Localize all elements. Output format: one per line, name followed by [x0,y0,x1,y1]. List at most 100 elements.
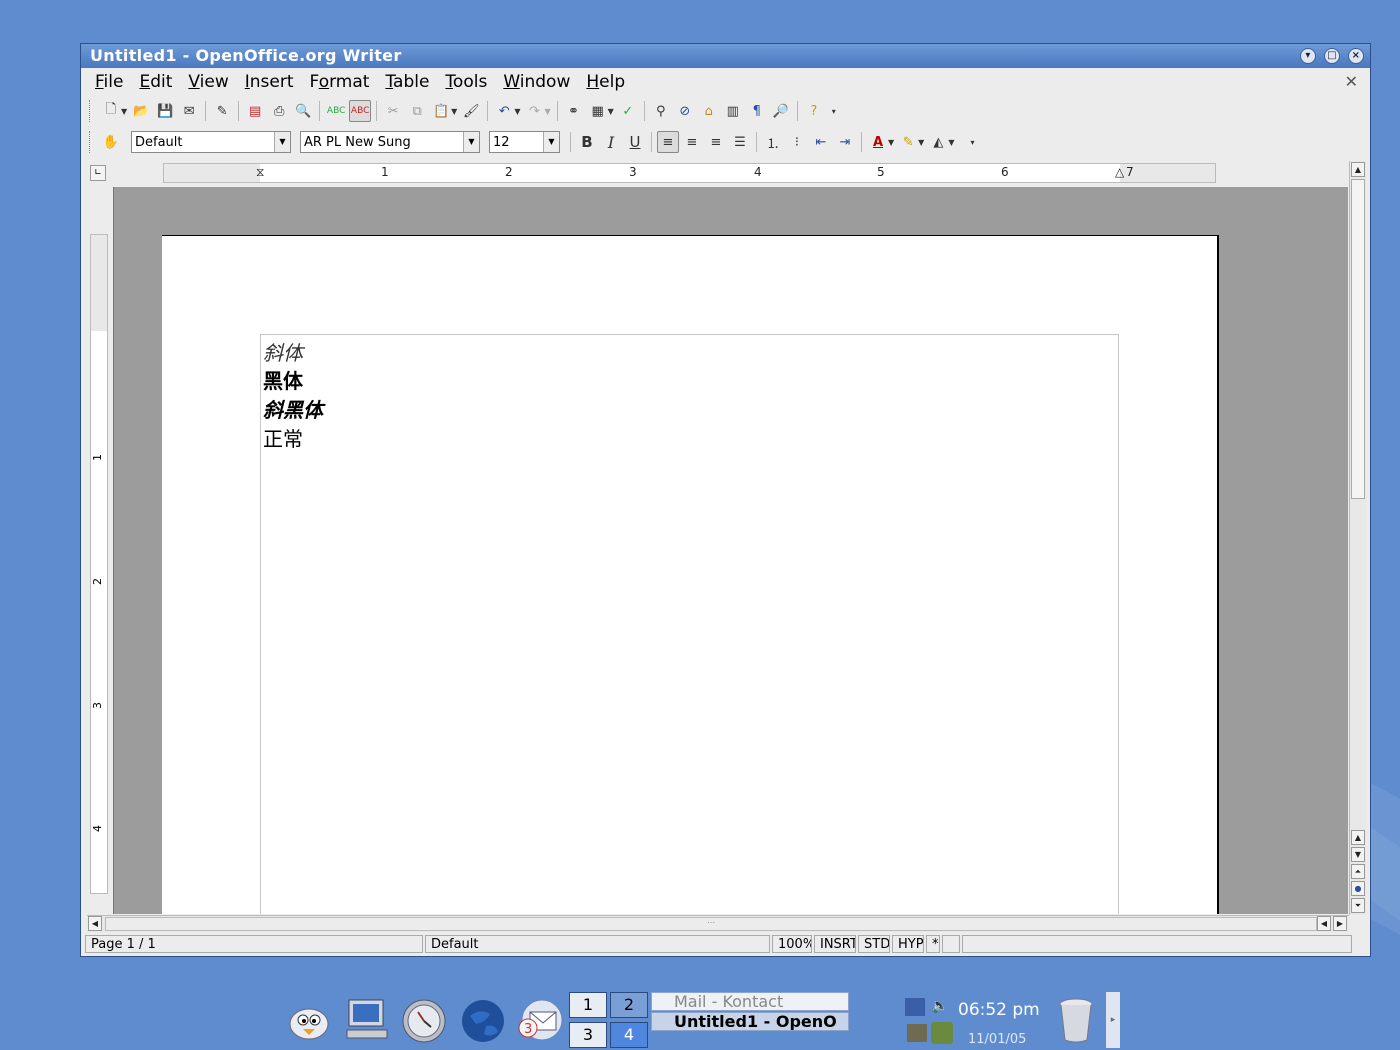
gallery-icon[interactable]: ⌂ [698,100,720,122]
paste-icon[interactable]: 📋 [430,100,452,122]
navigation-icon[interactable]: ● [1351,881,1365,896]
table-dropdown-icon[interactable]: ▼ [608,107,614,116]
background-color-icon[interactable]: ◭ [927,131,949,153]
text-boundaries[interactable]: 斜体 黑体 斜黑体 正常 [260,334,1119,914]
text-line-italic[interactable]: 斜体 [263,337,303,366]
font-name-select[interactable]: AR PL New Sung ▼ [300,131,480,153]
align-right-icon[interactable]: ≡ [705,131,727,153]
toolbar-overflow-icon[interactable]: ▾ [832,107,836,116]
redo-dropdown-icon[interactable]: ▼ [544,107,550,116]
scroll-thumb[interactable]: ⋯ [105,917,1317,931]
font-color-icon[interactable]: A [867,131,889,153]
toolbar-handle[interactable] [89,100,93,122]
minimize-button[interactable]: ▾ [1300,48,1316,64]
scroll-left-icon[interactable]: ◀ [88,916,102,931]
desktop-2[interactable]: 2 [610,992,648,1018]
navigator-icon[interactable]: ⊘ [674,100,696,122]
autospellcheck-icon[interactable]: ABC [349,100,372,122]
horizontal-ruler[interactable]: ⧖ 1 2 3 4 5 6 △ 7 [163,163,1216,183]
text-line-bold[interactable]: 黑体 [263,365,303,394]
next-page-icon[interactable]: ⏷ [1351,898,1365,913]
signature-indicator[interactable] [942,935,960,953]
save-icon[interactable]: 💾 [154,100,176,122]
kde-menu-icon[interactable] [286,1000,332,1042]
updater-icon[interactable] [931,1022,953,1044]
spellcheck-icon[interactable]: ABC [325,100,347,122]
highlight-dropdown-icon[interactable]: ▼ [918,138,924,147]
table-icon[interactable]: ▦ [587,100,609,122]
copy-icon[interactable]: ⧉ [406,100,428,122]
align-center-icon[interactable]: ≡ [681,131,703,153]
menu-view[interactable]: View [180,72,236,92]
underline-button[interactable]: U [624,131,646,153]
email-icon[interactable]: ✉ [178,100,200,122]
new-document-icon[interactable]: 🗋 [100,100,122,122]
panel-hide-button[interactable]: ▸ [1106,992,1120,1048]
decrease-indent-icon[interactable]: ⇤ [810,131,832,153]
bold-button[interactable]: B [576,131,598,153]
font-color-dropdown-icon[interactable]: ▼ [888,138,894,147]
network-icon[interactable] [905,998,925,1016]
background-dropdown-icon[interactable]: ▼ [948,138,954,147]
volume-icon[interactable]: 🔈 [931,998,949,1016]
menu-file[interactable]: File [87,72,131,92]
chevron-down-icon[interactable]: ▼ [463,132,479,152]
horizontal-scrollbar[interactable]: ◀ ⋯ ◀ ▶ [87,915,1349,932]
menu-tools[interactable]: Tools [437,72,495,92]
toolbar-overflow-icon[interactable]: ▾ [970,138,974,147]
desktop-3[interactable]: 3 [569,1022,607,1048]
clipboard-icon[interactable] [907,1024,927,1042]
page-preview-icon[interactable]: 🔍 [292,100,314,122]
close-document-icon[interactable]: ✕ [1345,72,1358,91]
title-bar[interactable]: Untitled1 - OpenOffice.org Writer ▾ □ × [81,44,1370,68]
increase-indent-icon[interactable]: ⇥ [834,131,856,153]
nonprinting-chars-icon[interactable]: ¶ [746,100,768,122]
task-mail-kontact[interactable]: Mail - Kontact [651,992,849,1011]
paragraph-style-select[interactable]: Default ▼ [131,131,291,153]
menu-edit[interactable]: Edit [131,72,180,92]
document-area[interactable]: 斜体 黑体 斜黑体 正常 [113,187,1348,914]
page[interactable]: 斜体 黑体 斜黑体 正常 [162,235,1219,914]
print-icon[interactable]: ⎙ [268,100,290,122]
text-line-normal[interactable]: 正常 [263,423,303,452]
right-indent-marker[interactable]: △ [1115,165,1124,179]
scroll-left-icon[interactable]: ◀ [1317,916,1331,931]
left-indent-marker[interactable]: ⧖ [256,165,264,180]
maximize-button[interactable]: □ [1324,48,1340,64]
chevron-down-icon[interactable]: ▼ [274,132,290,152]
redo-icon[interactable]: ↷ [523,100,545,122]
tab-stop-selector[interactable]: ∟ [90,165,106,181]
mail-icon[interactable]: 3 [516,998,566,1044]
my-computer-icon[interactable] [343,996,391,1042]
hyperlink-mode-indicator[interactable]: HYP [892,935,924,953]
find-replace-icon[interactable]: ⚲ [650,100,672,122]
clock-app-icon[interactable] [401,998,447,1044]
scroll-thumb[interactable] [1351,179,1365,499]
close-button[interactable]: × [1348,48,1364,64]
hyperlink-icon[interactable]: ⚭ [563,100,585,122]
zoom-icon[interactable]: 🔎 [770,100,792,122]
menu-table[interactable]: Table [377,72,437,92]
scroll-up-icon[interactable]: ▲ [1351,830,1365,845]
format-paintbrush-icon[interactable]: 🖌 [460,100,482,122]
menu-window[interactable]: Window [495,72,578,92]
toolbar-handle[interactable] [89,131,93,153]
page-indicator[interactable]: Page 1 / 1 [85,935,423,953]
trash-icon[interactable] [1058,996,1094,1044]
italic-button[interactable]: I [600,131,622,153]
undo-icon[interactable]: ↶ [493,100,515,122]
show-draw-functions-icon[interactable]: ✓ [617,100,639,122]
previous-page-icon[interactable]: ⏶ [1351,864,1365,879]
scroll-down-icon[interactable]: ▼ [1351,847,1365,862]
font-size-select[interactable]: 12 ▼ [489,131,560,153]
highlight-icon[interactable]: ✎ [897,131,919,153]
align-left-icon[interactable]: ≡ [657,131,679,153]
insert-mode-indicator[interactable]: INSRT [814,935,856,953]
vertical-scrollbar[interactable]: ▲ ▲ ▼ ⏶ ● ⏷ [1349,161,1366,915]
menu-insert[interactable]: Insert [237,72,302,92]
data-sources-icon[interactable]: ▥ [722,100,744,122]
justify-icon[interactable]: ☰ [729,131,751,153]
clock[interactable]: 06:52 pm [958,1000,1040,1020]
paste-dropdown-icon[interactable]: ▼ [451,107,457,116]
menu-help[interactable]: Help [578,72,633,92]
